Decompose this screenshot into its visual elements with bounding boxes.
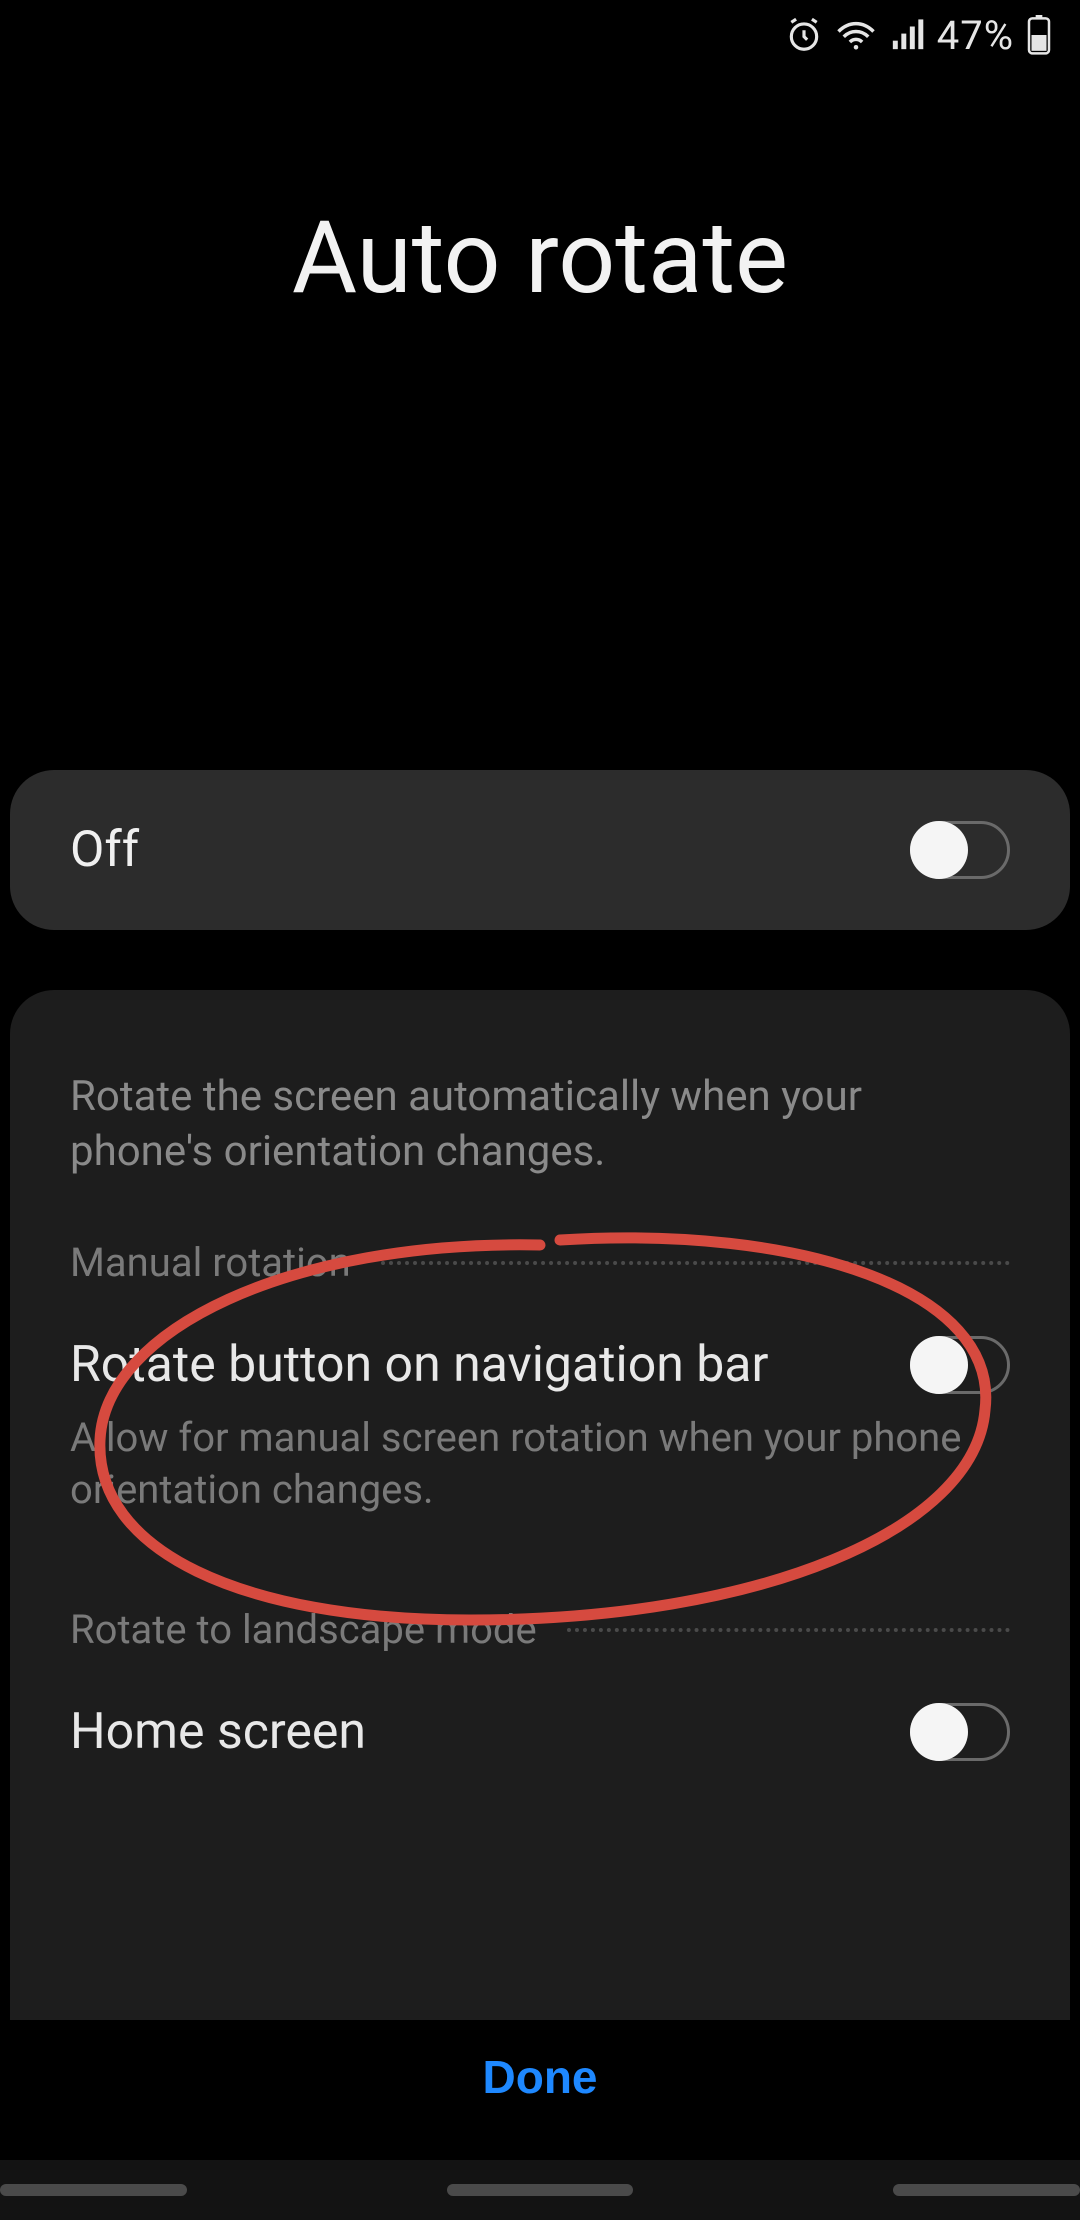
home-screen-toggle[interactable] [910,1703,1010,1761]
master-toggle-switch[interactable] [910,821,1010,879]
setting-title: Rotate button on navigation bar [70,1336,768,1394]
page-title: Auto rotate [0,200,1080,317]
divider-dots [381,1261,1010,1265]
master-toggle-label: Off [70,821,139,879]
nav-back-button[interactable] [893,2184,1080,2196]
rotate-button-navbar-toggle[interactable] [910,1336,1010,1394]
nav-home-button[interactable] [447,2184,634,2196]
section-title: Manual rotation [70,1239,351,1286]
battery-percent: 47% [937,12,1014,59]
action-bar: Done [0,2030,1080,2124]
divider-dots [567,1628,1010,1632]
settings-panel: Rotate the screen automatically when you… [10,990,1070,2020]
rotate-button-navbar-row[interactable]: Rotate button on navigation bar [70,1336,1010,1394]
section-header-manual-rotation: Manual rotation [70,1239,1010,1286]
home-screen-row[interactable]: Home screen [70,1703,1010,1761]
toggle-knob [910,1703,968,1761]
setting-title: Home screen [70,1703,366,1761]
section-header-landscape-mode: Rotate to landscape mode [70,1606,1010,1653]
alarm-icon [785,16,823,54]
done-button[interactable]: Done [423,2030,658,2124]
toggle-knob [910,1336,968,1394]
settings-description: Rotate the screen automatically when you… [70,1070,1010,1179]
battery-icon [1026,15,1052,55]
wifi-icon [835,16,877,54]
toggle-knob [910,821,968,879]
section-title: Rotate to landscape mode [70,1606,537,1653]
signal-icon [889,18,925,52]
setting-subtitle: Allow for manual screen rotation when yo… [70,1412,970,1516]
master-toggle-row[interactable]: Off [10,770,1070,930]
nav-recent-button[interactable] [0,2184,187,2196]
navigation-bar [0,2160,1080,2220]
status-bar: 47% [0,0,1080,70]
